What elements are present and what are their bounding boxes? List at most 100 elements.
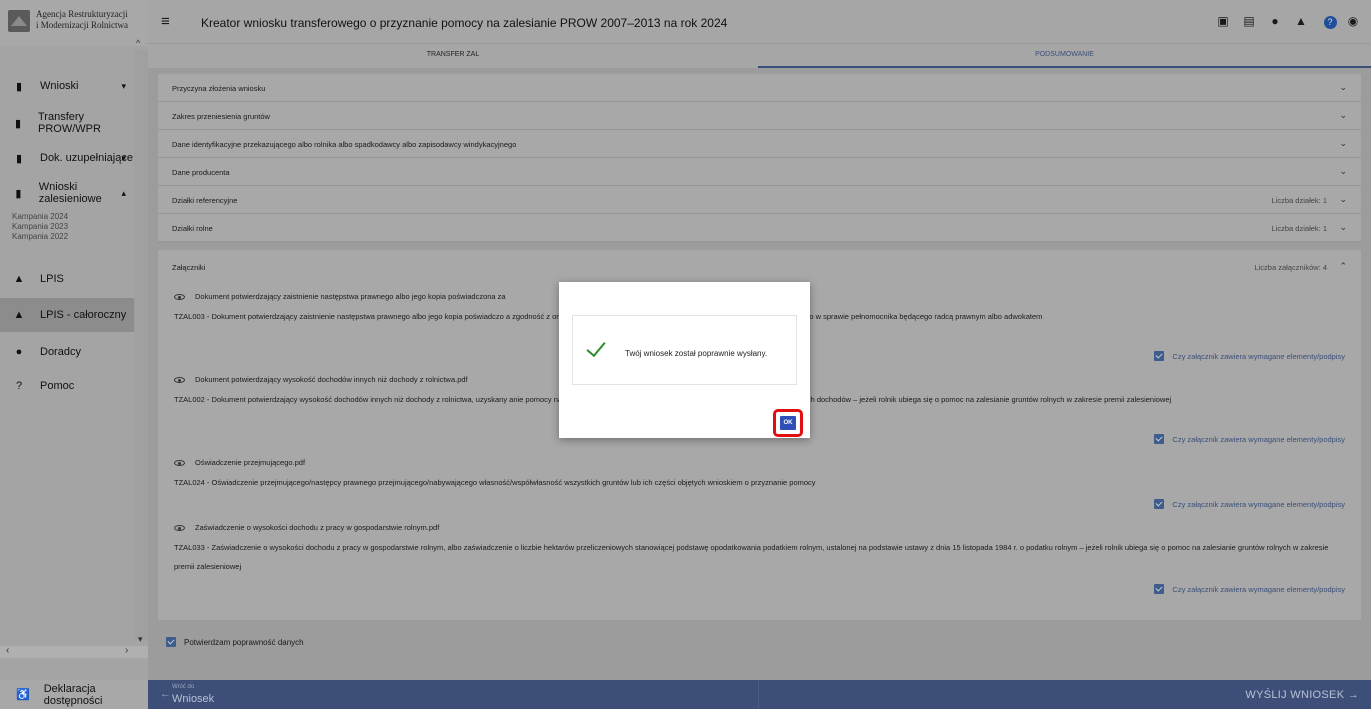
bell-icon[interactable]: ▲ <box>1291 14 1311 29</box>
chevron-down-icon: ▾ <box>121 152 126 163</box>
sections-panel: Przyczyna złożenia wniosku ⌄ Zakres prze… <box>158 74 1361 243</box>
section-przyczyna[interactable]: Przyczyna złożenia wniosku ⌄ <box>158 74 1361 102</box>
checkbox-checked-icon[interactable] <box>1154 584 1165 594</box>
tab-transfer-zal[interactable]: TRANSFER ZAL <box>148 44 758 68</box>
chevron-down-icon: ⌄ <box>1339 166 1347 176</box>
sidebar-item-lpis-caloroczny[interactable]: ▲ LPIS - całoroczny <box>0 298 134 332</box>
chevron-up-icon[interactable]: ⌃ <box>1339 261 1347 272</box>
sidebar-horizontal-scrollbar[interactable]: ‹ › <box>0 645 148 658</box>
help-icon[interactable]: ? <box>1317 14 1337 29</box>
checkbox-label: Czy załącznik zawiera wymagane elementy/… <box>1172 499 1345 509</box>
arimr-logo-icon <box>8 10 30 32</box>
success-message: Twój wniosek został poprawnie wysłany. <box>625 349 768 358</box>
checkbox-checked-icon[interactable] <box>1154 499 1165 509</box>
logo-line-2: i Modernizacji Rolnictwa <box>36 20 128 30</box>
section-zakres[interactable]: Zakres przeniesienia gruntów ⌄ <box>158 102 1361 130</box>
eye-icon[interactable] <box>174 376 185 383</box>
chevron-down-icon: ⌄ <box>1339 194 1347 204</box>
help-icon: ? <box>15 380 23 392</box>
section-dane-identyfikacyjne[interactable]: Dane identyfikacyjne przekazującego albo… <box>158 130 1361 158</box>
logo-line-1: Agencja Restrukturyzacji <box>36 9 128 19</box>
section-dzialki-rolne[interactable]: Działki rolne Liczba działek: 1 ⌄ <box>158 214 1361 242</box>
accessibility-icon: ♿ <box>16 689 30 701</box>
checkbox-checked-icon[interactable] <box>166 637 176 647</box>
sidebar-item-label: LPIS - całoroczny <box>40 309 127 321</box>
sidebar-scrollbar[interactable] <box>134 50 148 640</box>
attachment-checkbox[interactable]: Czy załącznik zawiera wymagane elementy/… <box>1154 499 1345 509</box>
attachment-description: TZAL024 - Oświadczenie przejmującego/nas… <box>174 478 816 487</box>
alert-icon[interactable]: ● <box>1265 14 1285 29</box>
section-label: Zakres przeniesienia gruntów <box>172 112 270 121</box>
scroll-left-icon[interactable]: ‹ <box>6 645 9 656</box>
clipboard-icon: ▮ <box>14 117 22 130</box>
attachment-checkbox[interactable]: Czy załącznik zawiera wymagane elementy/… <box>1154 584 1345 594</box>
success-dialog: Twój wniosek został poprawnie wysłany. O… <box>559 282 810 438</box>
message-box: Twój wniosek został poprawnie wysłany. <box>572 315 797 385</box>
menu-icon[interactable]: ≡ <box>161 13 170 30</box>
arrow-left-icon[interactable]: ← <box>160 688 171 700</box>
bottom-action-bar: ← Wróć do Wniosek WYŚLIJ WNIOSEK → <box>148 680 1371 709</box>
attachment-checkbox[interactable]: Czy załącznik zawiera wymagane elementy/… <box>1154 351 1345 361</box>
top-toolbar: ▣ ▤ ● ▲ ? ◉ <box>1207 14 1363 29</box>
attachment-name[interactable]: Zaświadczenie o wysokości dochodu z prac… <box>195 523 439 532</box>
sidebar-item-wnioski[interactable]: ▮ Wnioski ▾ <box>0 69 134 103</box>
sidebar-subitem-kampania-2024[interactable]: Kampania 2024 <box>12 212 68 222</box>
sidebar-item-label: Pomoc <box>40 380 75 392</box>
scroll-down-icon[interactable]: ▾ <box>138 634 143 645</box>
section-dzialki-referencyjne[interactable]: Działki referencyjne Liczba działek: 1 ⌄ <box>158 186 1361 214</box>
sidebar: Agencja Restrukturyzacji i Modernizacji … <box>0 0 148 709</box>
section-label: Dane producenta <box>172 168 230 177</box>
confirm-label: Potwierdzam poprawność danych <box>184 637 304 647</box>
eye-icon[interactable] <box>174 524 185 531</box>
send-label: WYŚLIJ WNIOSEK <box>1245 689 1345 701</box>
sidebar-item-dok-uzupelniajace[interactable]: ▮ Dok. uzupełniające ▾ <box>0 141 134 175</box>
send-application-button[interactable]: WYŚLIJ WNIOSEK → <box>1245 689 1359 701</box>
section-count: Liczba działek: 1 <box>1271 224 1327 233</box>
chevron-down-icon: ⌄ <box>1339 222 1347 232</box>
attachment-name[interactable]: Dokument potwierdzający wysokość dochodó… <box>195 375 468 384</box>
section-label: Przyczyna złożenia wniosku <box>172 84 266 93</box>
chevron-down-icon: ⌄ <box>1339 110 1347 120</box>
eye-icon[interactable] <box>174 459 185 466</box>
checkbox-checked-icon[interactable] <box>1154 351 1165 361</box>
eye-icon[interactable] <box>174 293 185 300</box>
ok-button[interactable]: OK <box>780 416 796 430</box>
sidebar-item-label: Dok. uzupełniające <box>40 152 133 164</box>
checkbox-label: Czy załącznik zawiera wymagane elementy/… <box>1172 434 1345 444</box>
section-label: Dane identyfikacyjne przekazującego albo… <box>172 140 517 149</box>
scroll-up-icon[interactable]: ^ <box>136 38 140 48</box>
success-check-icon <box>586 336 606 358</box>
section-count: Liczba działek: 1 <box>1271 196 1327 205</box>
section-dane-producenta[interactable]: Dane producenta ⌄ <box>158 158 1361 186</box>
save-icon[interactable]: ▣ <box>1213 14 1233 29</box>
checkbox-label: Czy załącznik zawiera wymagane elementy/… <box>1172 351 1345 361</box>
attachment-name[interactable]: Dokument potwierdzający zaistnienie nast… <box>195 292 506 301</box>
attachment-checkbox[interactable]: Czy załącznik zawiera wymagane elementy/… <box>1154 434 1345 444</box>
attachment-item: Zaświadczenie o wysokości dochodu z prac… <box>174 523 1344 576</box>
divider <box>758 680 759 709</box>
account-icon[interactable]: ◉ <box>1343 14 1363 29</box>
back-button[interactable]: Wniosek <box>172 693 214 705</box>
tab-podsumowanie[interactable]: PODSUMOWANIE <box>758 44 1371 68</box>
sidebar-item-pomoc[interactable]: ? Pomoc <box>0 369 134 403</box>
confirm-data-checkbox[interactable]: Potwierdzam poprawność danych <box>166 637 304 647</box>
tab-bar: TRANSFER ZAL PODSUMOWANIE <box>148 44 1371 68</box>
sidebar-item-wnioski-zalesieniowe[interactable]: ▮ Wnioski zalesieniowe ▴ <box>0 176 134 210</box>
sidebar-item-transfery[interactable]: ▮ Transfery PROW/WPR <box>0 106 134 140</box>
attachment-name[interactable]: Oświadczenie przejmującego.pdf <box>195 458 305 467</box>
accessibility-declaration-link[interactable]: ♿ Deklaracja dostępności <box>0 680 148 709</box>
checkbox-checked-icon[interactable] <box>1154 434 1165 444</box>
sidebar-subitem-kampania-2022[interactable]: Kampania 2022 <box>12 232 68 242</box>
chevron-down-icon: ▾ <box>121 80 126 91</box>
attachments-count: Liczba załączników: 4 <box>1254 263 1327 272</box>
logo[interactable]: Agencja Restrukturyzacji i Modernizacji … <box>0 0 148 46</box>
arrow-right-icon: → <box>1347 689 1359 701</box>
attachment-description: TZAL033 - Zaświadczenie o wysokości doch… <box>174 543 1329 571</box>
clipboard-icon: ▮ <box>15 187 22 200</box>
back-caption[interactable]: Wróć do <box>172 684 194 690</box>
sidebar-subitem-kampania-2023[interactable]: Kampania 2023 <box>12 222 68 232</box>
sidebar-item-lpis[interactable]: ▲ LPIS <box>0 262 134 296</box>
scroll-right-icon[interactable]: › <box>125 645 128 656</box>
print-icon[interactable]: ▤ <box>1239 14 1259 29</box>
sidebar-item-doradcy[interactable]: ● Doradcy <box>0 335 134 369</box>
